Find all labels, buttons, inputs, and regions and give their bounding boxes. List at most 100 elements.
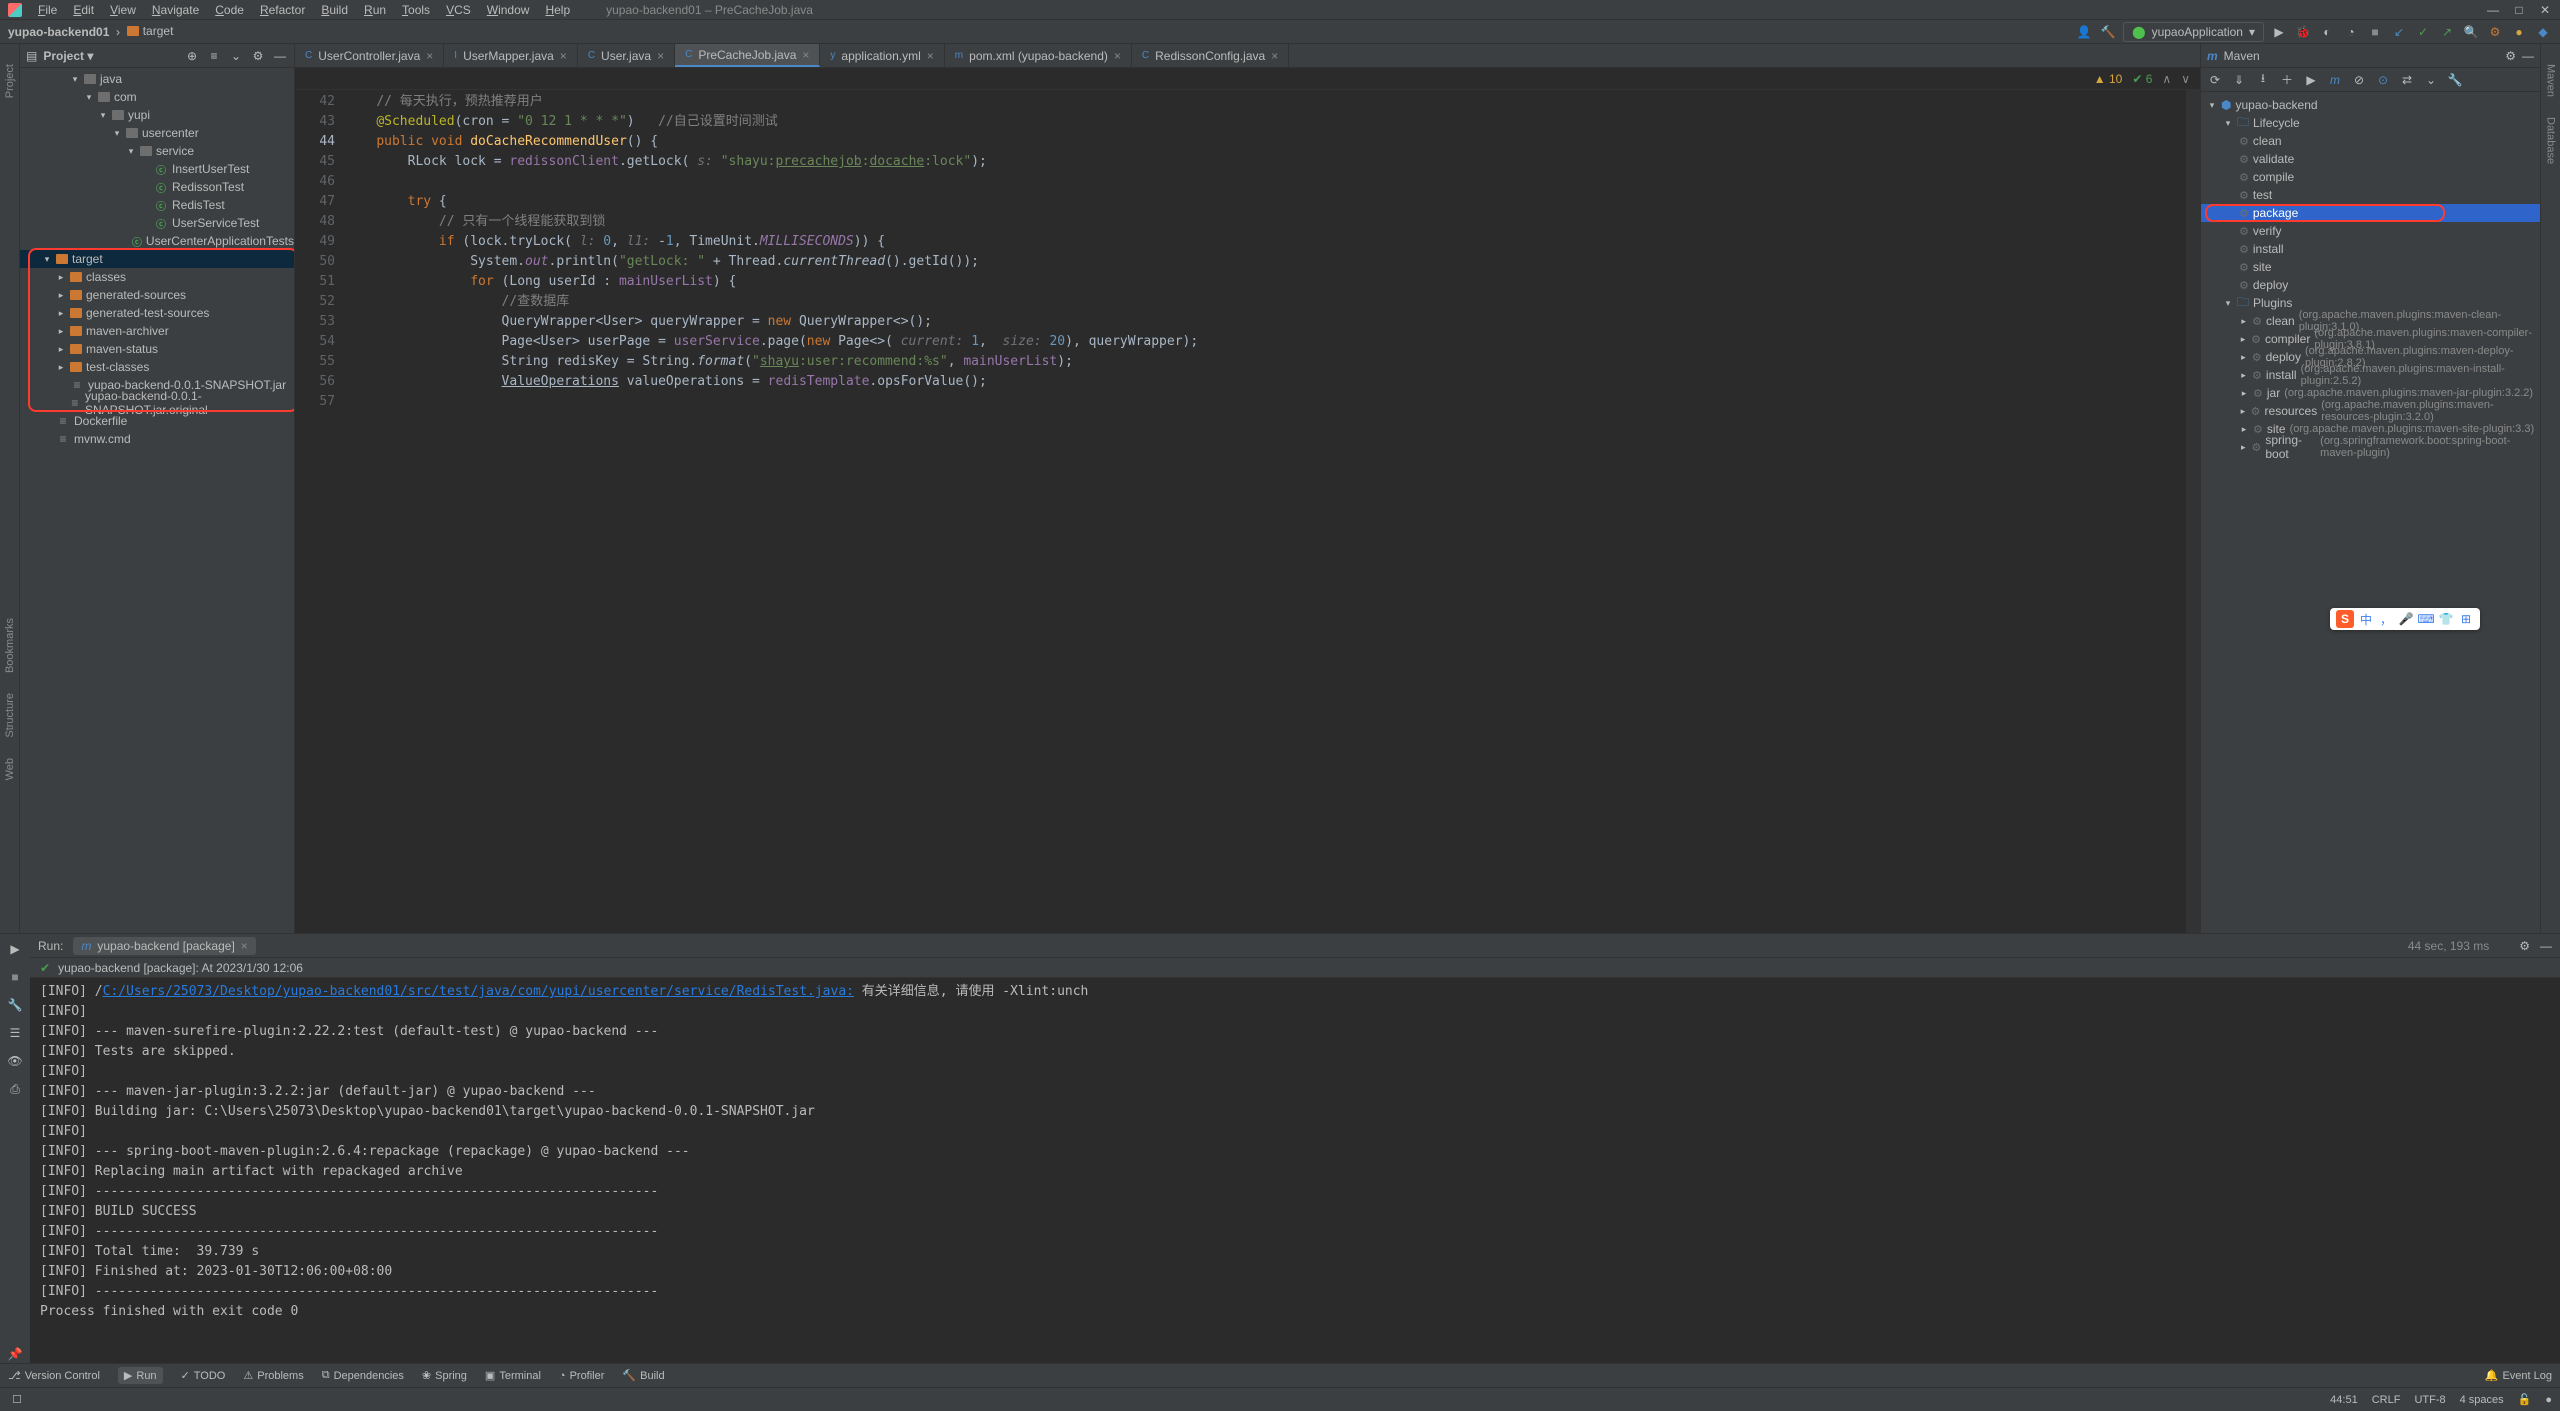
maven-wrench-icon[interactable]: 🔧	[2447, 72, 2463, 88]
stop-run-icon[interactable]: ■	[6, 968, 24, 986]
menu-build[interactable]: Build	[321, 3, 348, 17]
settings-icon[interactable]: ⚙	[2486, 23, 2504, 41]
chevron-icon[interactable]: ▸	[56, 272, 66, 283]
tree-row[interactable]: ⓒInsertUserTest	[20, 160, 294, 178]
status-encoding[interactable]: UTF-8	[2414, 1394, 2445, 1406]
avatar-icon[interactable]: ●	[2510, 23, 2528, 41]
maven-plugin-spring-boot[interactable]: ▸⚙ spring-boot (org.springframework.boot…	[2201, 438, 2540, 456]
ime-toolbox-icon[interactable]: ⊞	[2458, 611, 2474, 627]
tool-tab-todo[interactable]: ✓ TODO	[181, 1369, 226, 1382]
tool-tab-build[interactable]: 🔨 Build	[622, 1369, 664, 1382]
tool-tab-profiler[interactable]: ◔ Profiler	[559, 1370, 605, 1382]
menu-help[interactable]: Help	[545, 3, 570, 17]
tree-row[interactable]: ▾com	[20, 88, 294, 106]
maven-goal-clean[interactable]: ⚙ clean	[2201, 132, 2540, 150]
hide-panel-icon[interactable]: —	[272, 48, 288, 64]
git-commit-icon[interactable]: ✓	[2414, 23, 2432, 41]
profile-button[interactable]: ◔	[2342, 23, 2360, 41]
rerun-icon[interactable]: ▶	[6, 940, 24, 958]
maven-goal-package[interactable]: ⚙ package	[2201, 204, 2540, 222]
chevron-icon[interactable]: ▾	[112, 128, 122, 139]
tree-row[interactable]: ≡yupao-backend-0.0.1-SNAPSHOT.jar.origin…	[20, 394, 294, 412]
stop-button[interactable]: ■	[2366, 23, 2384, 41]
ime-widget[interactable]: S 中 ， 🎤 ⌨ 👕 ⊞	[2330, 608, 2480, 630]
tree-row[interactable]: ▸generated-test-sources	[20, 304, 294, 322]
menu-vcs[interactable]: VCS	[446, 3, 471, 17]
generate-sources-icon[interactable]: ⇓	[2231, 72, 2247, 88]
maximize-button[interactable]: □	[2512, 3, 2526, 17]
prev-highlight-icon[interactable]: ∧	[2162, 72, 2171, 86]
chevron-icon[interactable]: ▾	[70, 74, 80, 85]
database-tool-tab[interactable]: Database	[2545, 117, 2557, 164]
close-tab-icon[interactable]: ×	[802, 48, 809, 62]
status-indent[interactable]: 4 spaces	[2460, 1394, 2504, 1406]
next-highlight-icon[interactable]: ∨	[2181, 72, 2190, 86]
tool-tab-version-control[interactable]: ⎇ Version Control	[8, 1369, 100, 1382]
maven-goal-site[interactable]: ⚙ site	[2201, 258, 2540, 276]
menu-navigate[interactable]: Navigate	[152, 3, 199, 17]
tool-tab-event-log[interactable]: 🔔 Event Log	[2485, 1369, 2552, 1382]
editor-tab[interactable]: yapplication.yml×	[820, 44, 944, 67]
tool-tab-problems[interactable]: ⚠ Problems	[243, 1369, 303, 1382]
structure-tool-tab[interactable]: Structure	[4, 693, 16, 738]
chevron-icon[interactable]: ▾	[84, 92, 94, 103]
tree-row[interactable]: ⓒRedissonTest	[20, 178, 294, 196]
search-icon[interactable]: 🔍	[2462, 23, 2480, 41]
chevron-icon[interactable]: ▸	[56, 362, 66, 373]
tree-row[interactable]: ▸maven-status	[20, 340, 294, 358]
warn-icon[interactable]: ▲ 10	[2094, 72, 2123, 86]
tree-row[interactable]: ▾usercenter	[20, 124, 294, 142]
hammer-icon[interactable]: 🔨	[2099, 23, 2117, 41]
tree-row[interactable]: ≡mvnw.cmd	[20, 430, 294, 448]
dump-icon[interactable]: ⎙	[6, 1080, 24, 1098]
minimize-button[interactable]: —	[2486, 3, 2500, 17]
tree-row[interactable]: ▸maven-archiver	[20, 322, 294, 340]
show-icon[interactable]: 👁	[6, 1052, 24, 1070]
tool-tab-dependencies[interactable]: ⧉ Dependencies	[322, 1369, 404, 1382]
maven-lifecycle[interactable]: ▾🗀 Lifecycle	[2201, 114, 2540, 132]
maven-goal-verify[interactable]: ⚙ verify	[2201, 222, 2540, 240]
tool-tab-terminal[interactable]: ▣ Terminal	[485, 1369, 541, 1382]
panel-menu-icon[interactable]: ▤	[26, 49, 37, 63]
show-deps-icon[interactable]: ⇄	[2399, 72, 2415, 88]
tree-row[interactable]: ▾service	[20, 142, 294, 160]
menu-edit[interactable]: Edit	[73, 3, 94, 17]
git-update-icon[interactable]: ↙	[2390, 23, 2408, 41]
run-tab[interactable]: m yupao-backend [package] ×	[73, 937, 255, 955]
menu-window[interactable]: Window	[487, 3, 530, 17]
tree-row[interactable]: ⓒUserCenterApplicationTests	[20, 232, 294, 250]
coverage-button[interactable]: ◐	[2318, 23, 2336, 41]
select-opened-icon[interactable]: ⊕	[184, 48, 200, 64]
run-panel-settings-icon[interactable]: ⚙	[2519, 939, 2530, 953]
close-tab-icon[interactable]: ×	[560, 49, 567, 63]
maven-hide-icon[interactable]: —	[2522, 49, 2534, 63]
expand-all-icon[interactable]: ≡	[206, 48, 222, 64]
status-window-icon[interactable]: ☐	[12, 1393, 22, 1406]
bookmarks-tool-tab[interactable]: Bookmarks	[4, 618, 16, 673]
chevron-icon[interactable]: ▸	[56, 326, 66, 337]
pin-icon[interactable]: 📌	[6, 1345, 24, 1363]
execute-goal-icon[interactable]: m	[2327, 72, 2343, 88]
close-tab-icon[interactable]: ×	[927, 49, 934, 63]
chevron-icon[interactable]: ▸	[56, 290, 66, 301]
maven-goal-test[interactable]: ⚙ test	[2201, 186, 2540, 204]
breadcrumb[interactable]: yupao-backend01 › target	[8, 24, 173, 39]
close-tab-icon[interactable]: ×	[657, 49, 664, 63]
tree-row[interactable]: ⓒUserServiceTest	[20, 214, 294, 232]
layout-icon[interactable]: ☰	[6, 1024, 24, 1042]
close-tab-icon[interactable]: ×	[1271, 49, 1278, 63]
chevron-icon[interactable]: ▾	[98, 110, 108, 121]
project-tool-tab[interactable]: Project	[4, 64, 16, 98]
ime-skin-icon[interactable]: 👕	[2438, 611, 2454, 627]
status-caret-pos[interactable]: 44:51	[2330, 1394, 2358, 1406]
tree-row[interactable]: ▸generated-sources	[20, 286, 294, 304]
collapse-all-icon[interactable]: ⌄	[228, 48, 244, 64]
tree-row[interactable]: ▾java	[20, 70, 294, 88]
chevron-icon[interactable]: ▾	[42, 254, 52, 265]
add-icon[interactable]: ＋	[2279, 72, 2295, 88]
ime-lang-icon[interactable]: 中	[2358, 611, 2374, 627]
run-maven-icon[interactable]: ▶	[2303, 72, 2319, 88]
editor-tab[interactable]: mpom.xml (yupao-backend)×	[945, 44, 1132, 67]
tree-row[interactable]: ⓒRedisTest	[20, 196, 294, 214]
chevron-icon[interactable]: ▸	[56, 308, 66, 319]
